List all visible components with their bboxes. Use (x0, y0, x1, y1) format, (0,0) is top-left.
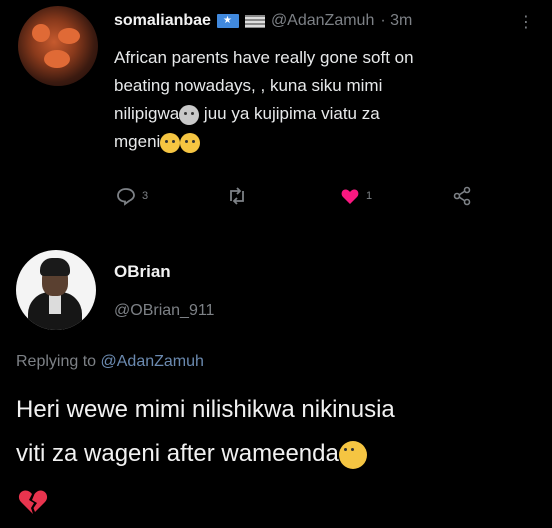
broken-heart-icon (18, 490, 48, 514)
tweet-text-line: nilipigwa juu ya kujipima viatu za (114, 100, 534, 128)
timestamp: · 3m (380, 12, 413, 29)
rolling-laughing-emoji-icon (180, 132, 201, 153)
original-tweet: somalianbae @AdanZamuh · 3m ⋮ African pa… (0, 0, 552, 232)
share-icon (453, 186, 471, 206)
tweet-text: African parents have really gone soft on… (114, 44, 534, 156)
reply-tweet: OBrian @OBrian_911 Replying to @AdanZamu… (0, 232, 552, 528)
laughing-face-emoji-icon (338, 440, 367, 469)
weary-face-emoji-icon (179, 104, 200, 125)
replying-to: Replying to @AdanZamuh (16, 353, 204, 371)
tweet-header: somalianbae @AdanZamuh · 3m (114, 12, 412, 30)
like-count: 1 (366, 190, 373, 202)
tweet-text-segment: nilipigwa (114, 104, 180, 123)
display-name[interactable]: OBrian (114, 262, 171, 282)
more-icon[interactable]: ⋮ (518, 12, 534, 32)
replying-label: Replying to (16, 353, 101, 370)
user-handle[interactable]: @AdanZamuh (271, 12, 374, 30)
reply-button[interactable]: 3 (116, 186, 148, 206)
retweet-icon (230, 187, 244, 205)
reply-text-line: Heri wewe mimi nilishikwa nikinusia (16, 396, 395, 423)
tweet-text-line: mgeni (114, 128, 534, 156)
user-handle[interactable]: @OBrian_911 (114, 302, 214, 320)
tweet-text-line: beating nowadays, , kuna siku mimi (114, 76, 383, 95)
tweet-text-segment: juu ya kujipima viatu za (199, 104, 380, 123)
flag-icon (244, 14, 265, 28)
share-button[interactable] (452, 186, 472, 206)
tweet-text-line: African parents have really gone soft on (114, 48, 414, 67)
reply-text: Heri wewe mimi nilishikwa nikinusia viti… (16, 388, 536, 476)
like-icon (341, 189, 359, 204)
replying-mention-link[interactable]: @AdanZamuh (101, 353, 204, 370)
like-button[interactable]: 1 (340, 186, 372, 206)
reply-count: 3 (142, 190, 149, 202)
tweet-actions: 3 1 (116, 186, 486, 210)
laughing-face-emoji-icon (160, 132, 181, 153)
display-name[interactable]: somalianbae (114, 12, 211, 30)
reply-text-segment: viti za wageni after wameenda (16, 440, 339, 467)
avatar[interactable] (18, 6, 98, 86)
reply-icon (117, 188, 135, 206)
tweet-text-segment: mgeni (114, 132, 161, 151)
reply-text-line: viti za wageni after wameenda (16, 432, 536, 476)
avatar[interactable] (16, 250, 96, 330)
retweet-button[interactable] (226, 186, 248, 206)
somalia-flag-icon (216, 14, 239, 28)
